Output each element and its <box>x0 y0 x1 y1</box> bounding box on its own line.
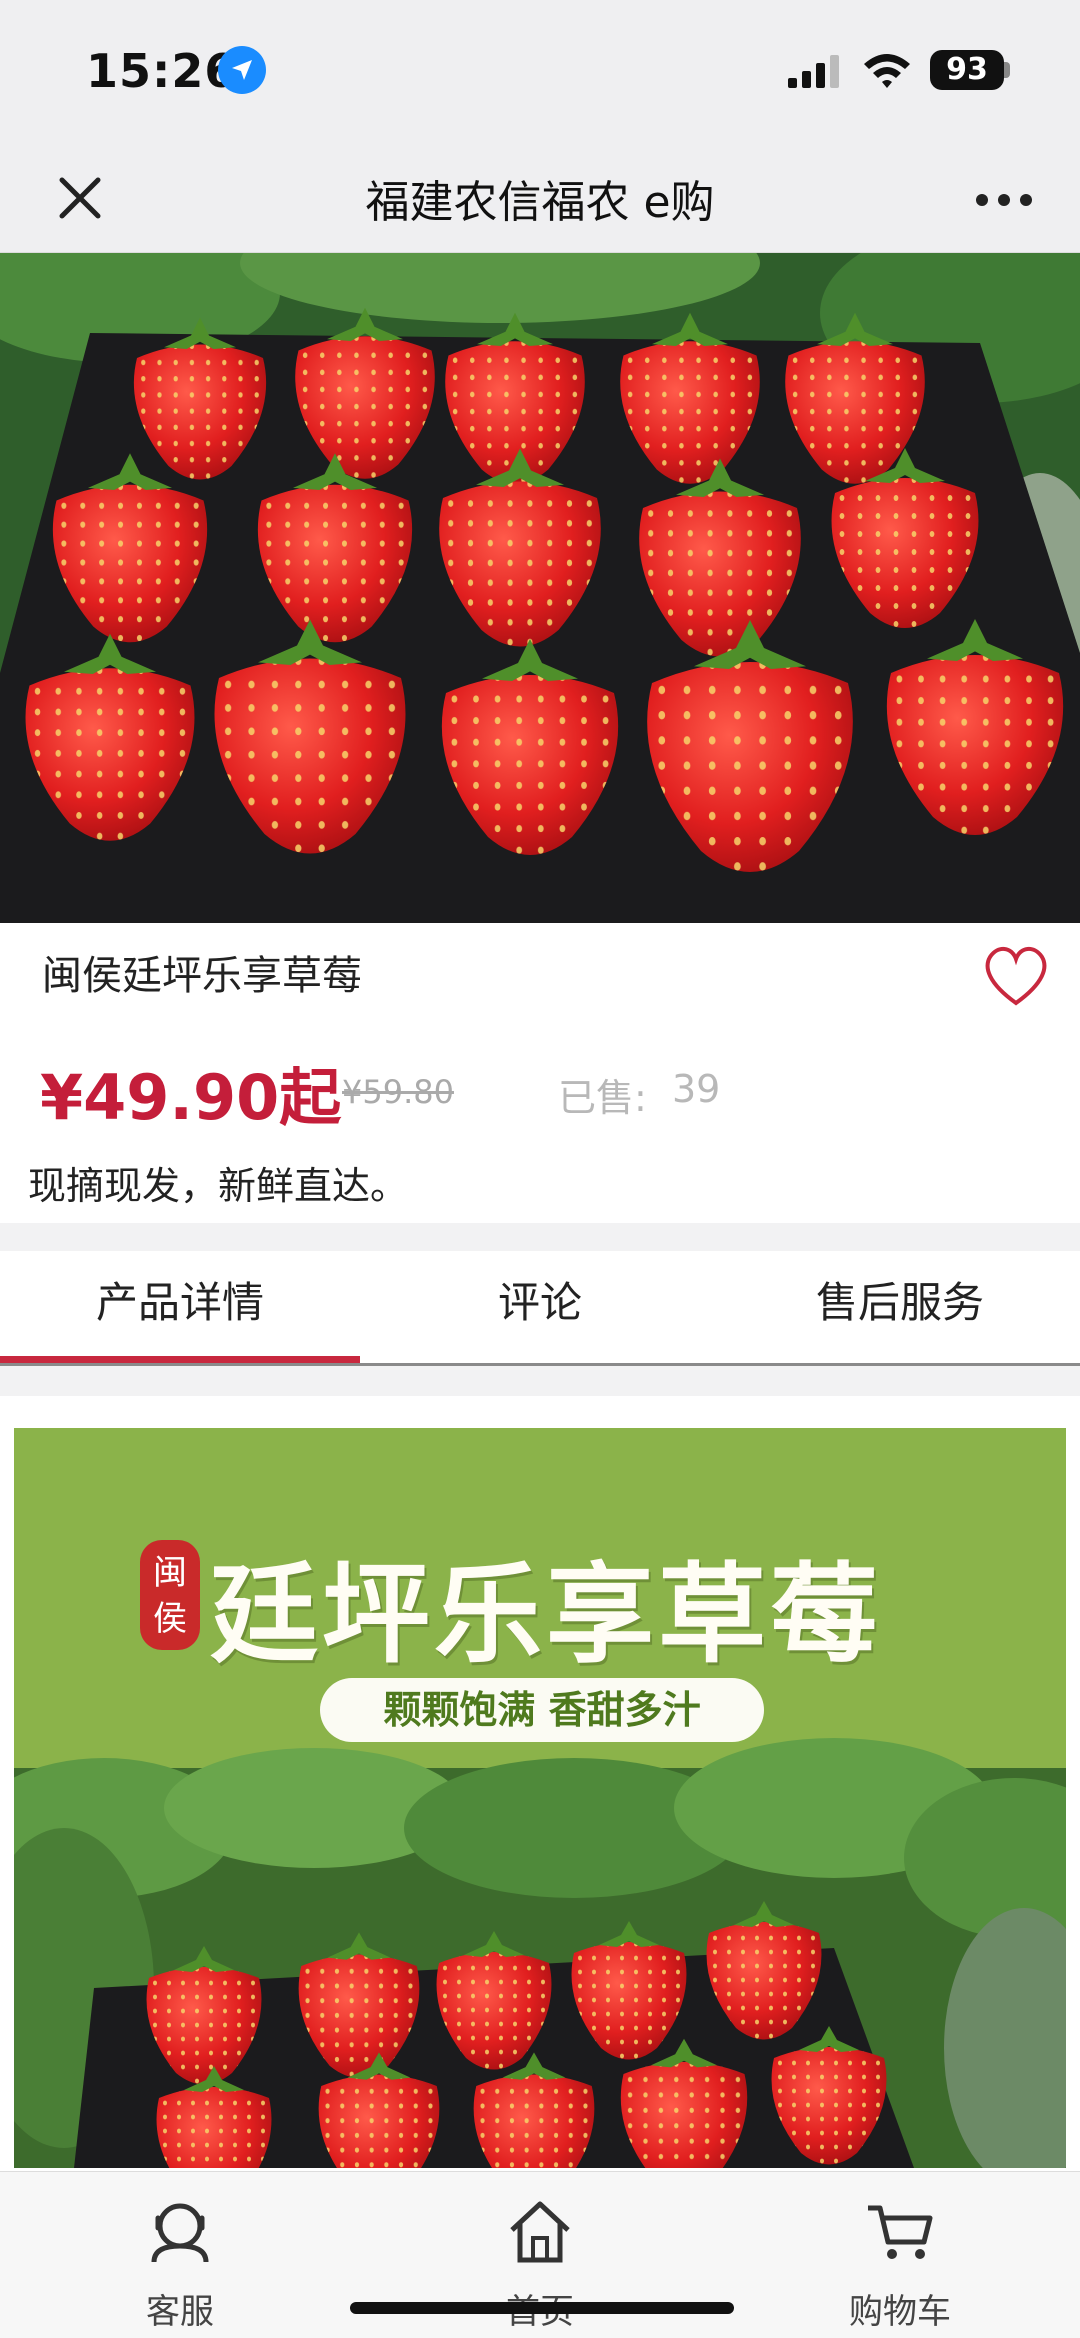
customer-service-icon <box>151 2203 209 2263</box>
close-icon <box>59 177 101 219</box>
tab-reviews[interactable]: 评论 <box>360 1251 720 1363</box>
detail-tabs: 产品详情 评论 售后服务 <box>0 1251 1080 1366</box>
home-icon <box>510 2201 570 2263</box>
bottom-nav-label: 客服 <box>146 2292 214 2332</box>
product-description: 现摘现发，新鲜直达。 <box>28 1164 409 1208</box>
product-detail-banner: 闽侯 廷坪乐享草莓 颗颗饱满 香甜多汁 <box>14 1428 1066 2168</box>
product-hero-image[interactable] <box>0 253 1080 923</box>
heart-icon <box>985 947 1047 1006</box>
favorite-button[interactable] <box>980 941 1052 1009</box>
sold-count: 39 <box>672 1067 721 1111</box>
origin-seal: 闽侯 <box>140 1540 200 1650</box>
product-name: 闽侯廷坪乐享草莓 <box>42 953 362 999</box>
active-tab-indicator <box>0 1356 360 1363</box>
product-price: ¥49.90起 <box>40 1061 342 1134</box>
wifi-icon <box>862 50 912 94</box>
status-time: 15:26 <box>86 44 238 98</box>
bottom-nav-label: 购物车 <box>849 2292 951 2332</box>
battery-tip <box>1004 62 1010 78</box>
sold-label: 已售: <box>558 1076 647 1120</box>
location-arrow-icon <box>218 46 266 94</box>
cellular-signal-icon <box>788 54 844 92</box>
status-bar: 15:26 93 <box>0 0 1080 140</box>
bottom-nav-cart[interactable]: 购物车 <box>800 2172 1000 2338</box>
original-price: ¥59.80 <box>342 1073 454 1111</box>
cart-icon <box>868 2205 933 2259</box>
tab-after-sales[interactable]: 售后服务 <box>720 1251 1080 1363</box>
nav-bar: 福建农信福农 e购 <box>0 140 1080 253</box>
close-button[interactable] <box>48 166 112 230</box>
tab-product-details[interactable]: 产品详情 <box>0 1251 360 1363</box>
banner-title: 廷坪乐享草莓 <box>210 1552 883 1678</box>
section-divider <box>0 1223 1080 1251</box>
page-title: 福建农信福农 e购 <box>365 177 715 228</box>
bottom-nav-customer-service[interactable]: 客服 <box>80 2172 280 2338</box>
more-dots-icon <box>976 194 1032 206</box>
home-indicator <box>350 2302 734 2314</box>
battery-indicator: 93 <box>930 50 1004 90</box>
more-button[interactable] <box>968 180 1040 220</box>
product-info: 闽侯廷坪乐享草莓 ¥49.90起 ¥59.80 已售: 39 现摘现发，新鲜直达… <box>0 923 1080 1223</box>
section-divider <box>0 1366 1080 1396</box>
banner-slogan: 颗颗饱满 香甜多汁 <box>320 1678 764 1742</box>
